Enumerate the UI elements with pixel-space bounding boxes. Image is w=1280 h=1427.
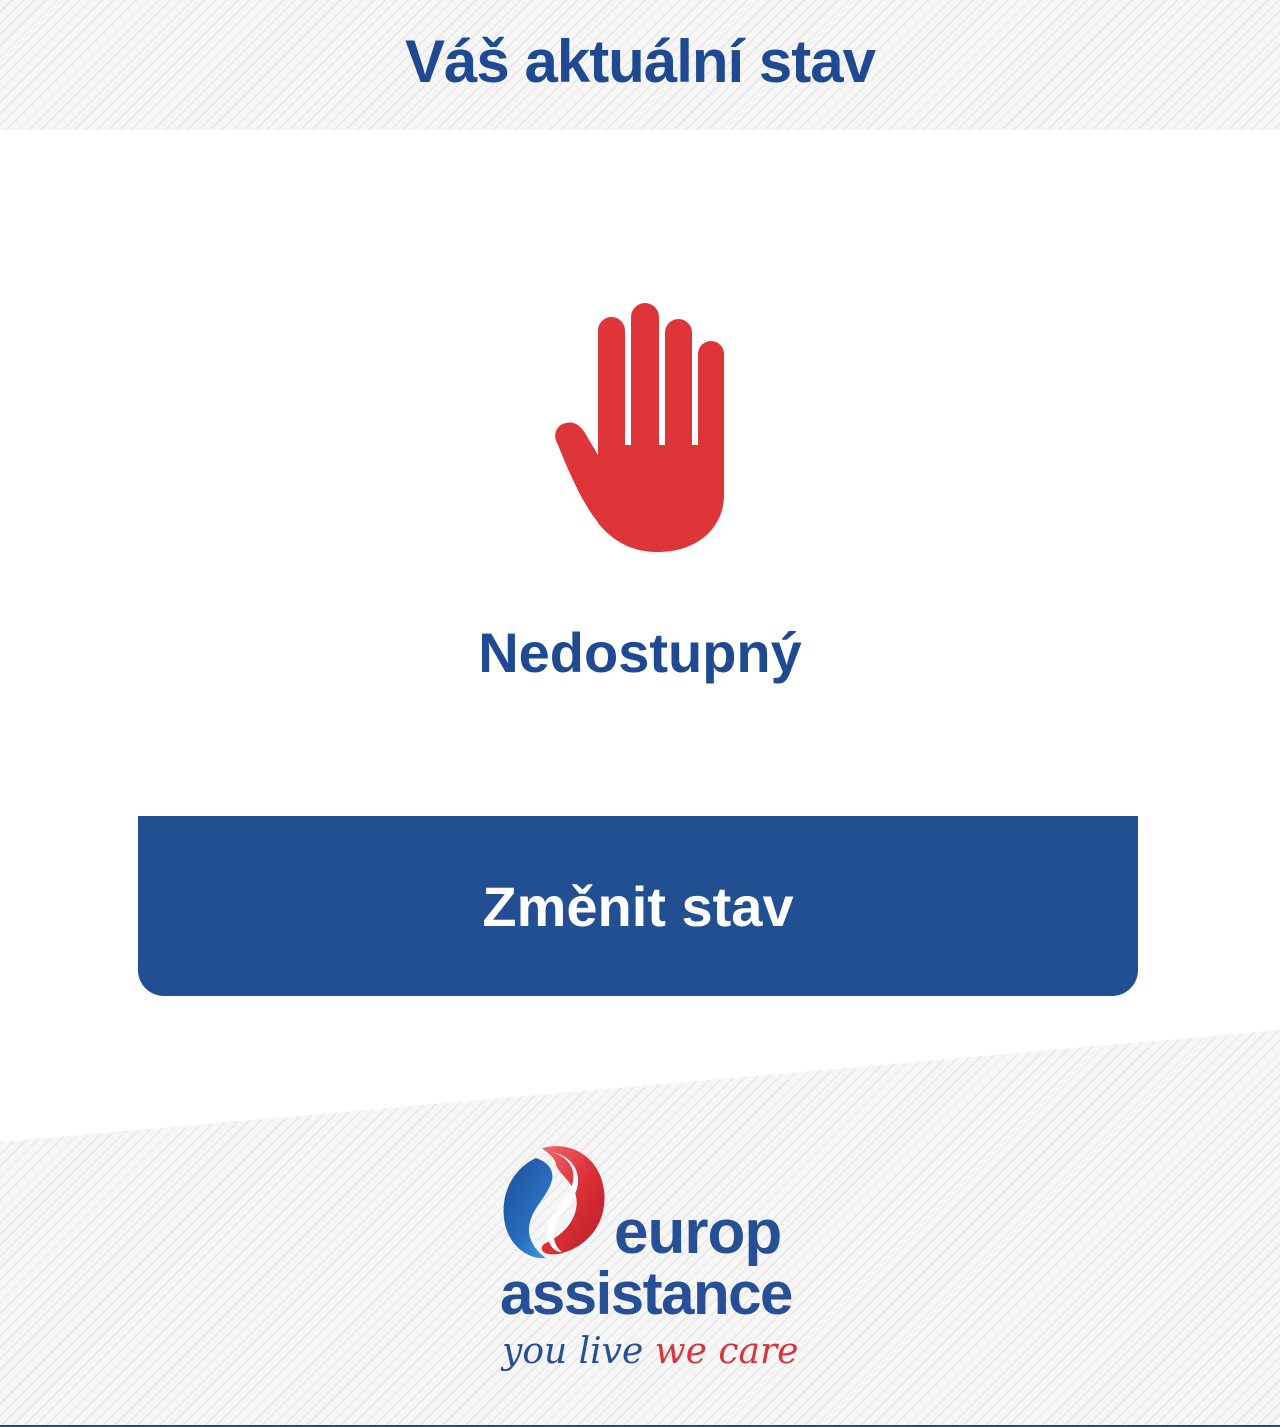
tagline-part-2: we care: [654, 1331, 799, 1372]
logo-text-assistance: assistance: [500, 1260, 793, 1327]
change-status-button[interactable]: Změnit stav: [138, 816, 1138, 996]
tagline-part-1: you live: [502, 1331, 644, 1372]
change-status-button-label: Změnit stav: [482, 874, 794, 938]
logo-tagline: you live we care: [502, 1332, 798, 1372]
europ-assistance-logo: europ assistance you live we care: [496, 1140, 798, 1390]
header-bar: Váš aktuální stav: [0, 0, 1280, 130]
globe-icon: [503, 1146, 605, 1259]
status-label: Nedostupný: [478, 621, 802, 684]
stop-hand-icon: [540, 295, 740, 560]
logo-text-europ: europ: [614, 1198, 782, 1267]
page-title: Váš aktuální stav: [405, 27, 876, 95]
